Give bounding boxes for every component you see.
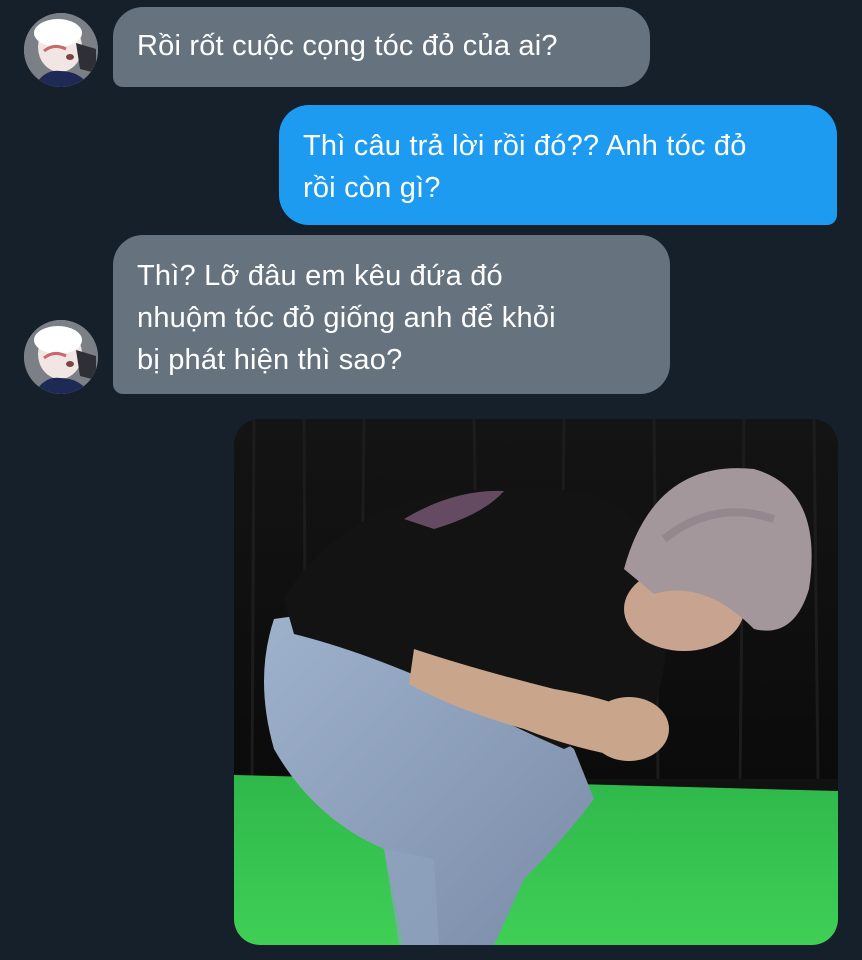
avatar-image xyxy=(24,320,98,394)
message-text-line: nhuộm tóc đỏ giống anh để khỏi xyxy=(137,302,556,334)
contact-avatar[interactable] xyxy=(24,320,98,394)
message-text: Rồi rốt cuộc cọng tóc đỏ của ai? xyxy=(137,30,558,62)
contact-avatar[interactable] xyxy=(24,13,98,87)
message-bubble-outgoing[interactable]: Thì câu trả lời rồi đó?? Anh tóc đỏ rồi … xyxy=(279,105,837,225)
message-text-line: Thì? Lỡ đâu em kêu đứa đó xyxy=(137,260,503,292)
message-text-line: bị phát hiện thì sao? xyxy=(137,344,403,376)
message-bubble-incoming[interactable]: Thì? Lỡ đâu em kêu đứa đó nhuộm tóc đỏ g… xyxy=(113,235,670,394)
media-message-image[interactable] xyxy=(234,419,838,945)
message-bubble-incoming[interactable]: Rồi rốt cuộc cọng tóc đỏ của ai? xyxy=(113,7,650,87)
message-text-line: rồi còn gì? xyxy=(303,172,441,204)
photo-icon xyxy=(234,419,838,945)
message-text-line: Thì câu trả lời rồi đó?? Anh tóc đỏ xyxy=(303,130,747,162)
avatar-image xyxy=(24,13,98,87)
